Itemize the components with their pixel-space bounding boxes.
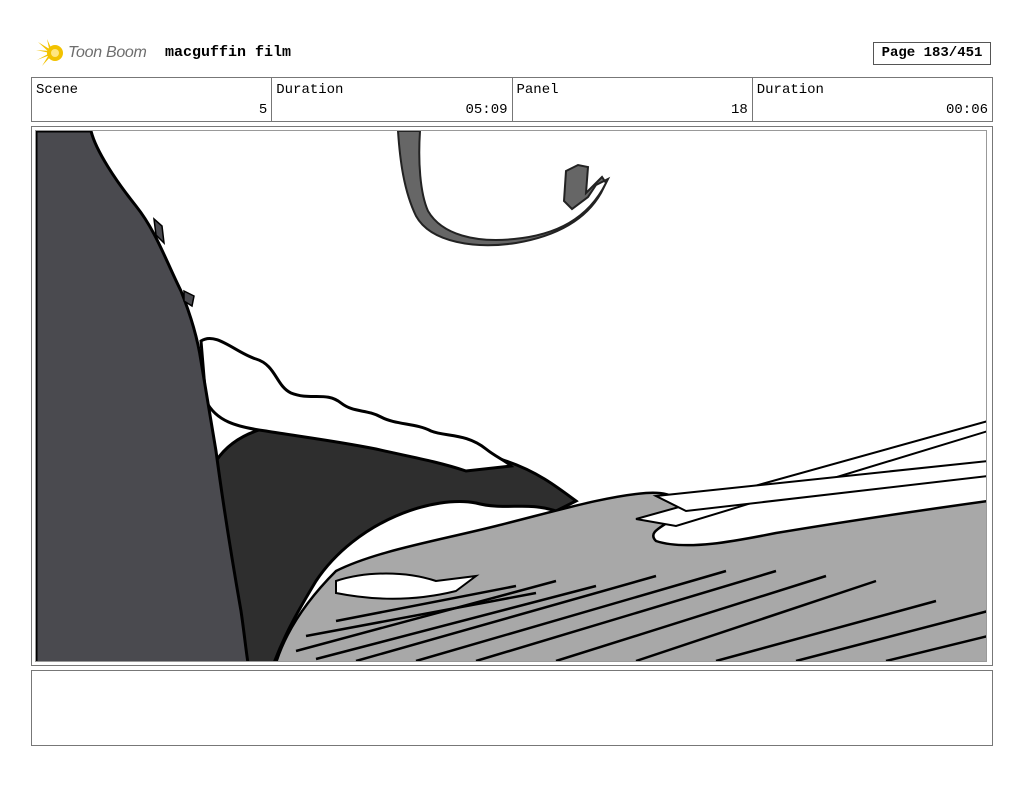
scene-duration-cell: Duration 05:09 [272, 78, 513, 121]
panel-duration-cell: Duration 00:06 [753, 78, 992, 121]
scene-value: 5 [258, 102, 268, 118]
project-title: macguffin film [165, 44, 292, 61]
panel-value: 18 [730, 102, 748, 118]
panel-cell: Panel 18 [513, 78, 753, 121]
scene-label: Scene [36, 82, 79, 98]
sun-star-icon [36, 39, 63, 66]
page-number: Page 183/451 [873, 42, 991, 65]
storyboard-panel-frame [31, 126, 993, 666]
logo-text: Toon Boom [68, 44, 147, 61]
toon-boom-logo: Toon Boom [34, 38, 158, 68]
panel-label: Panel [516, 82, 559, 98]
scene-cell: Scene 5 [32, 78, 273, 121]
storyboard-panel-drawing [35, 130, 987, 662]
panel-info-table: Scene 5 Duration 05:09 Panel 18 Duration… [31, 77, 993, 122]
scene-duration-value: 05:09 [465, 102, 508, 118]
panel-duration-label: Duration [756, 82, 824, 98]
panel-duration-value: 00:06 [945, 102, 988, 118]
scene-duration-label: Duration [276, 82, 344, 98]
panel-sketch [36, 131, 986, 661]
panel-notes-box[interactable] [31, 670, 993, 746]
hanging-tail [396, 131, 611, 247]
